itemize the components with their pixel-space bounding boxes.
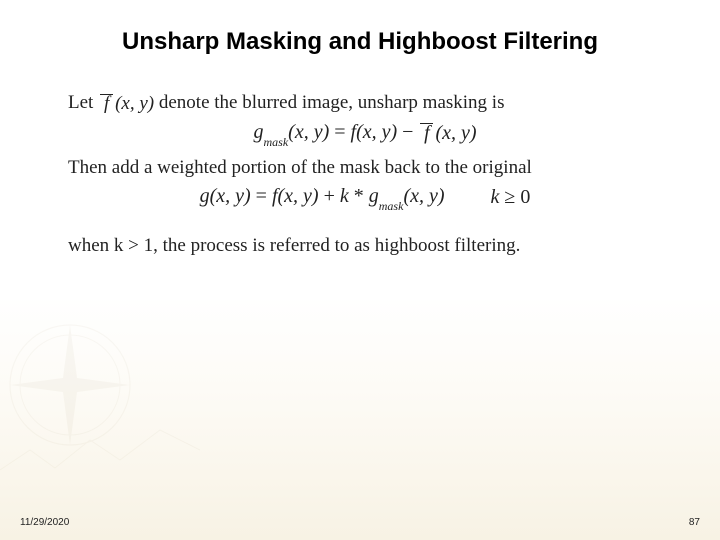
slide-title: Unsharp Masking and Highboost Filtering bbox=[0, 28, 720, 56]
fbar-xy-symbol: f (x, y) bbox=[98, 93, 154, 115]
star-op: * bbox=[354, 185, 369, 207]
ge-sign: ≥ bbox=[499, 186, 520, 208]
f-letter-2: f bbox=[424, 123, 430, 143]
footer-page: 87 bbox=[689, 517, 700, 528]
footer-date: 11/29/2020 bbox=[20, 517, 69, 528]
let-suffix: denote the blurred image, unsharp maskin… bbox=[159, 92, 505, 113]
f-bar-icon: f bbox=[100, 94, 113, 113]
let-line: Let f (x, y) denote the blurred image, u… bbox=[68, 92, 662, 115]
f-xy: f(x, y) bbox=[351, 121, 398, 143]
when-line: when k > 1, the process is referred to a… bbox=[68, 235, 662, 257]
g-xy-lhs: g(x, y) bbox=[200, 185, 251, 207]
f-xy-2: f(x, y) bbox=[272, 185, 319, 207]
then-line: Then add a weighted portion of the mask … bbox=[68, 157, 662, 179]
slide-body: Let f (x, y) denote the blurred image, u… bbox=[68, 92, 662, 263]
eq-sign-2: = bbox=[256, 185, 272, 207]
k-var: k bbox=[340, 185, 349, 207]
equation-gmask: gmask(x, y) = f(x, y) − f (x, y) bbox=[68, 121, 662, 147]
gmask-xy-2: (x, y) bbox=[403, 185, 444, 207]
equation-g-row: g(x, y) = f(x, y) + k * gmask(x, y) k ≥ … bbox=[68, 185, 662, 211]
gmask-sub: mask bbox=[263, 135, 288, 149]
k-constraint: k ≥ 0 bbox=[491, 186, 531, 209]
plus-sign: + bbox=[324, 185, 340, 207]
f-bar-icon-2: f bbox=[420, 123, 433, 143]
zero: 0 bbox=[520, 186, 530, 208]
fbar-xy-2: f (x, y) bbox=[418, 122, 476, 145]
gmask-sub-2: mask bbox=[379, 199, 404, 213]
slide: Unsharp Masking and Highboost Filtering … bbox=[0, 0, 720, 540]
f-letter: f bbox=[104, 94, 109, 113]
fbar-args: (x, y) bbox=[115, 93, 154, 115]
when-text: when k > 1, the process is referred to a… bbox=[68, 235, 520, 256]
footer: 11/29/2020 87 bbox=[20, 517, 700, 528]
equation-g: g(x, y) = f(x, y) + k * gmask(x, y) bbox=[200, 185, 445, 211]
eq-sign-1: = bbox=[334, 121, 350, 143]
gmask-g: g bbox=[253, 121, 263, 143]
let-prefix: Let bbox=[68, 92, 93, 113]
gmask-g-2: g bbox=[369, 185, 379, 207]
minus-sign: − bbox=[402, 121, 418, 143]
fbar-args-2: (x, y) bbox=[435, 122, 476, 145]
gmask-xy: (x, y) bbox=[288, 121, 329, 143]
